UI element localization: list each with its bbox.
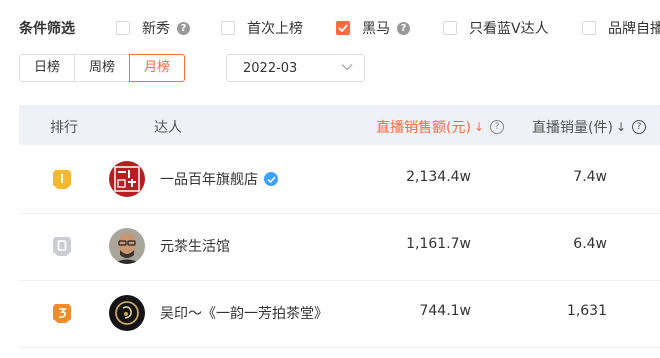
creator-name[interactable]: 吴印～《一韵一芳拍茶堂》 [160, 303, 328, 323]
creator-name[interactable]: 一品百年旗舰店 [160, 169, 278, 189]
help-icon[interactable]: ? [632, 120, 646, 134]
sales-qty: 6.4w [573, 236, 607, 252]
creator-name-text: 一品百年旗舰店 [160, 172, 258, 188]
filter-dark-horse[interactable]: 黑马 ? [336, 18, 410, 38]
table-header: 排行 达人 直播销售额(元) ↓ ? 直播销量(件) ↓ ? [19, 105, 660, 145]
month-select[interactable]: 2022-03 [226, 54, 365, 82]
col-sales-qty-label: 直播销量(件) [532, 120, 613, 136]
sort-desc-icon[interactable]: ↓ [474, 120, 484, 134]
person-avatar-icon [109, 228, 145, 264]
checkbox-newcomer[interactable] [116, 21, 130, 35]
table-row[interactable]: 吴印～《一韵一芳拍茶堂》 744.1w 1,631 [19, 279, 660, 348]
avatar[interactable] [109, 161, 145, 197]
sales-qty: 7.4w [573, 169, 607, 185]
tab-monthly[interactable]: 月榜 [129, 54, 186, 82]
filter-first-time-label: 首次上榜 [247, 21, 303, 37]
avatar[interactable] [109, 295, 145, 331]
filter-brand-self-label: 品牌自播 [608, 21, 660, 37]
table-row[interactable]: 元茶生活馆 1,161.7w 6.4w [19, 212, 660, 281]
filter-newcomer[interactable]: 新秀 ? [116, 18, 190, 38]
rank-silver-badge-icon [53, 237, 71, 256]
brand-logo-icon [109, 161, 145, 197]
col-sales-amount-label: 直播销售额(元) [376, 120, 471, 136]
help-icon[interactable]: ? [490, 120, 504, 134]
col-sales-qty[interactable]: 直播销量(件) ↓ ? [532, 117, 646, 137]
checkbox-first-time[interactable] [221, 21, 235, 35]
filter-dark-horse-label: 黑马 [362, 21, 390, 37]
col-creator: 达人 [154, 120, 182, 136]
verified-icon [264, 172, 278, 186]
filter-blue-v[interactable]: 只看蓝V达人 [443, 18, 549, 38]
sales-amount: 744.1w [419, 303, 471, 319]
month-select-value: 2022-03 [243, 60, 298, 76]
tab-daily[interactable]: 日榜 [19, 54, 76, 82]
filter-title: 条件筛选 [19, 21, 75, 37]
avatar[interactable] [109, 228, 145, 264]
table-row[interactable]: 一品百年旗舰店 2,134.4w 7.4w [19, 145, 660, 214]
rank-bronze-badge-icon [53, 304, 71, 323]
period-tabs: 日榜 周榜 月榜 [19, 54, 186, 82]
rank-gold-badge-icon [53, 170, 71, 189]
help-icon[interactable]: ? [177, 21, 190, 35]
col-sales-amount[interactable]: 直播销售额(元) ↓ ? [376, 117, 504, 137]
sales-amount: 1,161.7w [406, 236, 471, 252]
ranking-page: 条件筛选 新秀 ? 首次上榜 黑马 ? 只看蓝V达人 品牌自播 日榜 周榜 月榜… [0, 0, 660, 358]
filter-newcomer-label: 新秀 [142, 21, 170, 37]
sort-desc-icon[interactable]: ↓ [616, 120, 626, 134]
filter-bar: 条件筛选 新秀 ? 首次上榜 黑马 ? 只看蓝V达人 品牌自播 [0, 12, 660, 44]
filter-first-time[interactable]: 首次上榜 [221, 18, 303, 38]
filter-blue-v-label: 只看蓝V达人 [469, 21, 549, 37]
chevron-down-icon [341, 64, 353, 71]
tab-weekly[interactable]: 周榜 [74, 54, 131, 82]
filter-brand-self[interactable]: 品牌自播 [582, 18, 660, 38]
sales-qty: 1,631 [566, 303, 607, 319]
col-rank: 排行 [50, 120, 78, 136]
tea-house-logo-icon [109, 295, 145, 331]
checkbox-brand-self[interactable] [582, 21, 596, 35]
creator-name[interactable]: 元茶生活馆 [160, 236, 230, 256]
sales-amount: 2,134.4w [406, 169, 471, 185]
checkbox-dark-horse[interactable] [336, 21, 350, 35]
checkbox-blue-v[interactable] [443, 21, 457, 35]
help-icon[interactable]: ? [397, 21, 410, 35]
